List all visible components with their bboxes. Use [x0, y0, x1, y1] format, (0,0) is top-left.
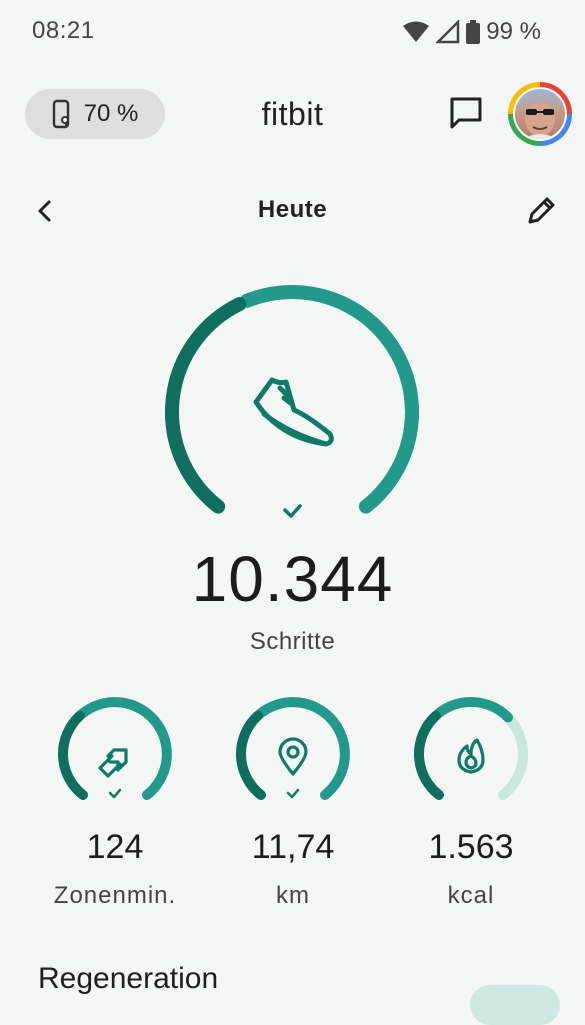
cell-signal-icon: [436, 20, 460, 44]
goal-check-icon: [283, 504, 302, 518]
steps-gauge-progress: [240, 285, 419, 514]
zone-minutes-value: 124: [86, 828, 144, 866]
messages-icon[interactable]: [447, 94, 485, 132]
app-title: fitbit: [261, 96, 324, 132]
shoe-icon: [253, 377, 334, 447]
goal-check-icon: [108, 788, 122, 799]
wifi-icon: [403, 21, 430, 42]
status-bar: 08:21 99 %: [0, 0, 585, 62]
zone-arrows-icon: [98, 748, 128, 778]
status-time: 08:21: [32, 17, 95, 44]
distance-label: km: [276, 882, 310, 909]
steps-gauge-dark-segment: [165, 297, 247, 514]
date-title: Heute: [257, 196, 328, 223]
profile-avatar-button[interactable]: [508, 82, 572, 146]
battery-percent: 99 %: [486, 18, 541, 45]
calories-value: 1.563: [428, 828, 514, 866]
distance-gauge[interactable]: [228, 694, 358, 814]
avatar-photo: [515, 89, 565, 139]
calories-gauge[interactable]: [406, 694, 536, 814]
section-action-button[interactable]: [470, 985, 560, 1025]
zone-minutes-gauge[interactable]: [50, 694, 180, 814]
battery-icon: [466, 20, 481, 44]
flame-icon: [457, 738, 485, 774]
steps-label: Schritte: [249, 628, 336, 655]
distance-value: 11,74: [251, 828, 335, 866]
section-title: Regeneration: [38, 962, 219, 995]
steps-value: 10.344: [191, 543, 394, 615]
goal-check-icon: [286, 788, 300, 799]
steps-gauge[interactable]: [152, 276, 432, 536]
system-icons: 99 %: [402, 17, 541, 47]
zone-minutes-label: Zonenmin.: [53, 882, 177, 909]
location-pin-icon: [278, 737, 308, 776]
calories-label: kcal: [447, 882, 495, 909]
edit-pencil-icon[interactable]: [524, 194, 558, 228]
avatar: [513, 87, 567, 141]
